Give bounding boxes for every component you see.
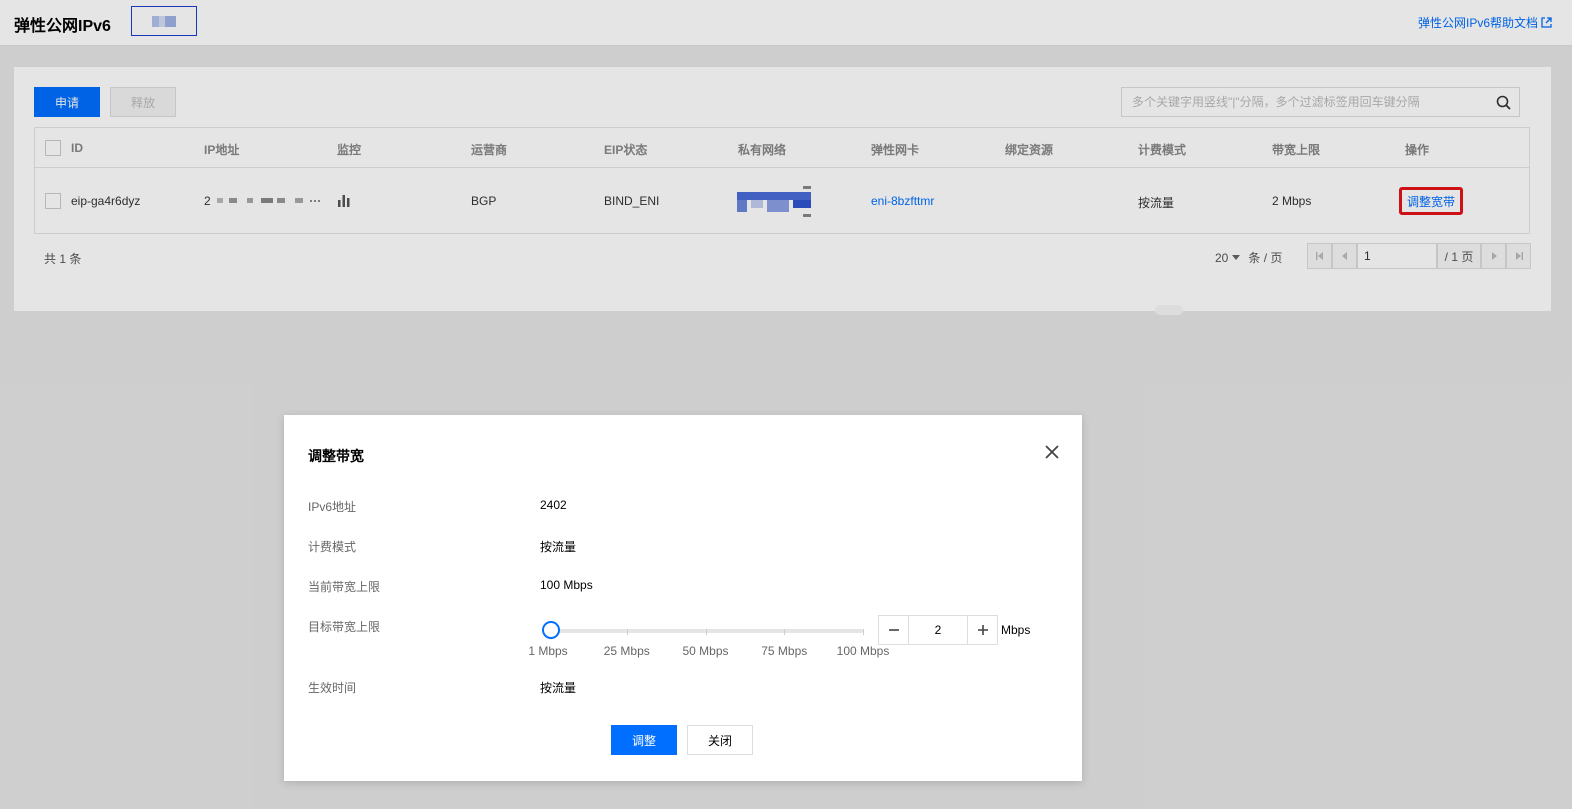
close-icon[interactable]: [1044, 444, 1060, 460]
billing-label: 计费模式: [308, 540, 357, 554]
increment-button[interactable]: [967, 615, 998, 645]
slider-tick: [705, 629, 707, 635]
slider-mark-label: 25 Mbps: [603, 644, 650, 658]
bandwidth-slider-track[interactable]: [548, 629, 864, 635]
bandwidth-slider-thumb[interactable]: [542, 621, 561, 639]
plus-icon: [977, 625, 988, 635]
bandwidth-unit: Mbps: [1001, 623, 1031, 637]
minus-icon: [888, 629, 899, 631]
slider-mark-label: 50 Mbps: [682, 644, 729, 658]
ipv6-label: IPv6地址: [308, 500, 357, 514]
confirm-adjust-button[interactable]: 调整: [611, 725, 677, 755]
ipv6-value: 2402: [540, 498, 567, 512]
target-bandwidth-label: 目标带宽上限: [308, 620, 381, 634]
slider-mark-label: 1 Mbps: [528, 644, 568, 658]
decrement-button[interactable]: [878, 615, 909, 645]
bandwidth-stepper: 2: [878, 615, 998, 645]
scroll-indicator: [1155, 305, 1183, 315]
effective-time-label: 生效时间: [308, 681, 357, 695]
bandwidth-input[interactable]: 2: [909, 615, 967, 645]
slider-tick: [863, 629, 864, 635]
slider-mark-label: 75 Mbps: [761, 644, 808, 658]
adjust-bandwidth-dialog: 调整带宽 IPv6地址 2402 计费模式 按流量 当前带宽上限 100 Mbp…: [284, 415, 1082, 781]
slider-tick: [626, 629, 628, 635]
slider-tick: [784, 629, 786, 635]
effective-time-value: 按流量: [540, 681, 577, 695]
current-bandwidth-value: 100 Mbps: [540, 578, 593, 592]
close-dialog-button[interactable]: 关闭: [687, 725, 753, 755]
billing-value: 按流量: [540, 540, 577, 554]
current-bandwidth-label: 当前带宽上限: [308, 580, 381, 594]
slider-mark-label: 100 Mbps: [836, 644, 890, 658]
dialog-title: 调整带宽: [308, 448, 364, 464]
